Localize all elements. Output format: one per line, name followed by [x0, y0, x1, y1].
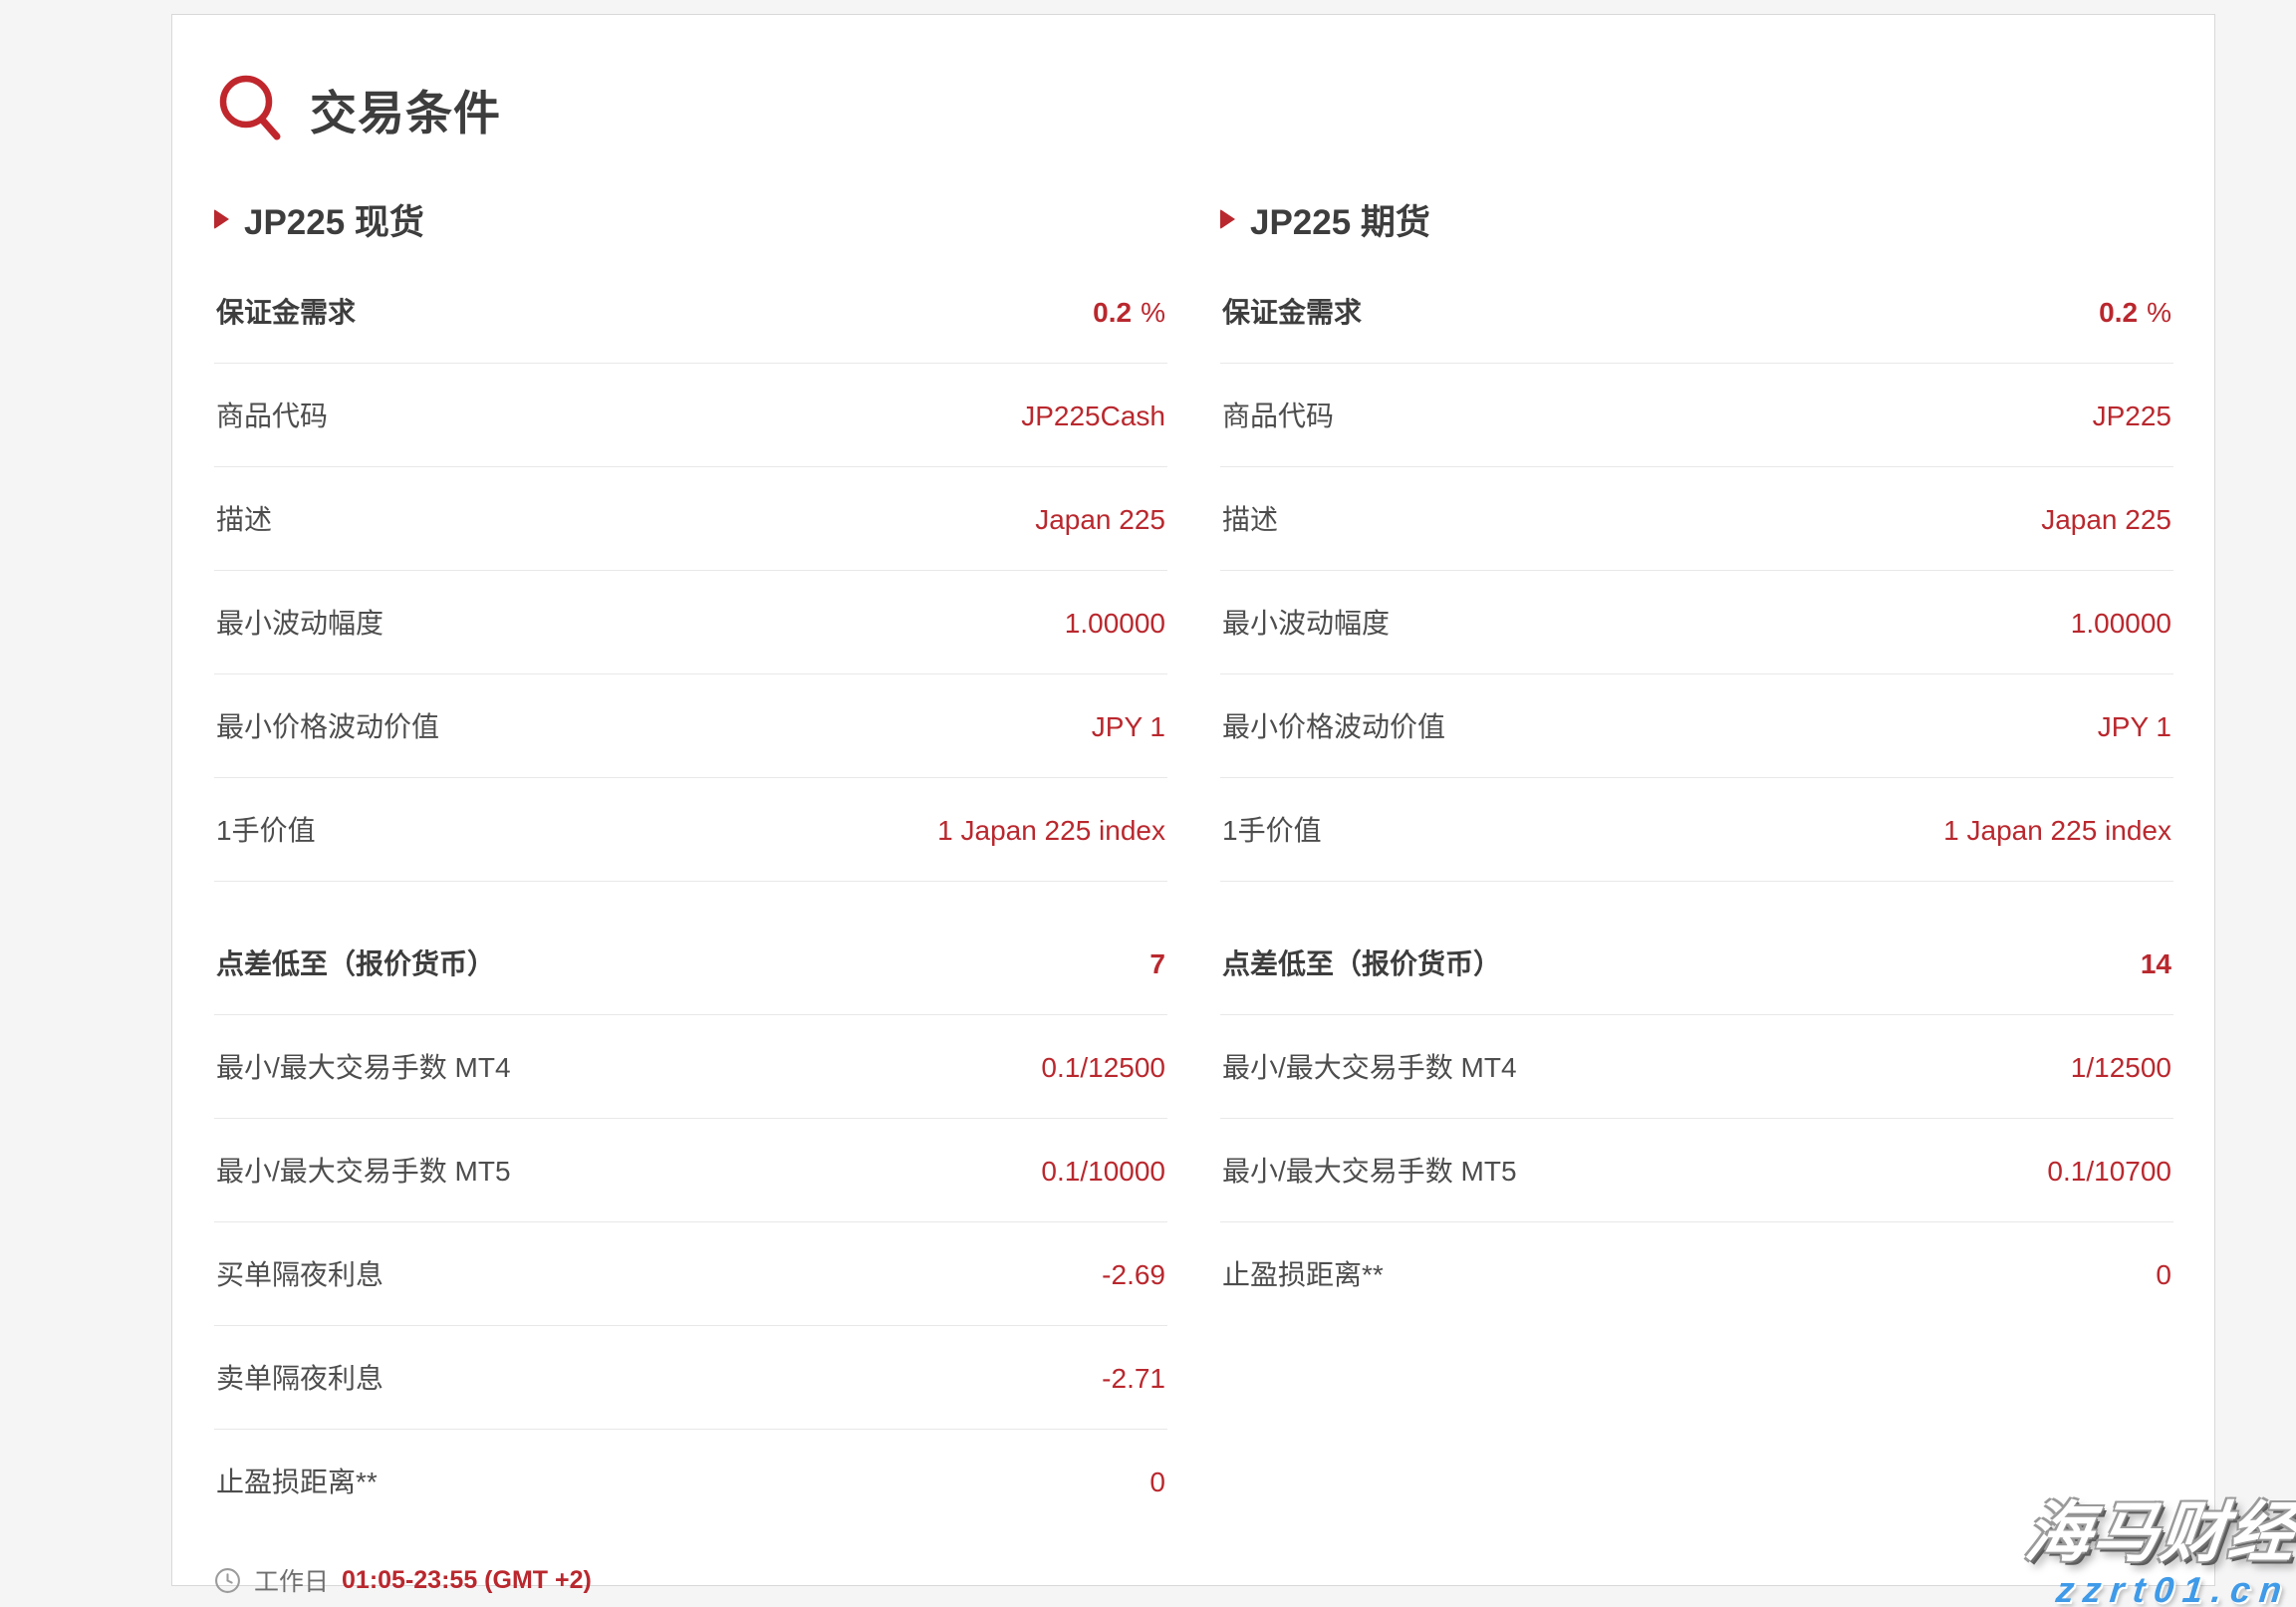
- section-header: JP225 现货: [214, 198, 1167, 242]
- clock-icon: [214, 1567, 241, 1594]
- table-row: 保证金需求 0.2%: [1220, 260, 2173, 364]
- table-row: 描述 Japan 225: [214, 467, 1167, 571]
- row-label: 描述: [216, 504, 273, 535]
- conditions-table: 保证金需求 0.2% 商品代码 JP225Cash 描述 Japan 225 最小波动幅度 1…: [214, 260, 1167, 882]
- table-row: 最小波动幅度 1.00000: [1220, 571, 2173, 674]
- instrument-column-spot: JP225 现货保证金需求 0.2% 商品代码 JP225Cash 描述 Japan 22…: [214, 198, 1167, 1532]
- section-header: JP225 期货: [1220, 198, 2173, 242]
- table-row: 最小/最大交易手数 MT5 0.1/10700: [1220, 1119, 2173, 1222]
- row-value: 0.1/10000: [1041, 1156, 1165, 1187]
- row-value: 1 Japan 225 index: [1943, 815, 2171, 846]
- row-label: 1手价值: [216, 815, 316, 846]
- row-label: 最小价格波动价值: [216, 711, 440, 742]
- triangle-marker-icon: [1220, 209, 1235, 229]
- row-value: 7: [1149, 948, 1165, 979]
- table-row: 描述 Japan 225: [1220, 467, 2173, 571]
- row-value: JP225Cash: [1021, 401, 1165, 431]
- row-value: -2.71: [1102, 1363, 1165, 1394]
- row-value: JP225: [2092, 401, 2171, 431]
- weekday-hours-line: 工作日 01:05-23:55 (GMT +2): [214, 1562, 2173, 1598]
- row-label: 卖单隔夜利息: [216, 1363, 384, 1394]
- row-value: 1 Japan 225 index: [937, 815, 1165, 846]
- row-label: 买单隔夜利息: [216, 1259, 384, 1290]
- instrument-columns: JP225 现货保证金需求 0.2% 商品代码 JP225Cash 描述 Japan 22…: [214, 198, 2173, 1532]
- table-row: 买单隔夜利息 -2.69: [214, 1222, 1167, 1326]
- table-row: 1手价值 1 Japan 225 index: [1220, 778, 2173, 882]
- triangle-marker-icon: [214, 209, 229, 229]
- row-value: -2.69: [1102, 1259, 1165, 1290]
- page-title: 交易条件: [310, 86, 501, 139]
- row-value: 0: [2156, 1259, 2171, 1290]
- page-title-row: 交易条件: [216, 73, 2173, 144]
- row-value: 0.2%: [1093, 297, 1165, 328]
- row-label: 最小价格波动价值: [1222, 711, 1446, 742]
- trading-conditions-card: 交易条件 JP225 现货保证金需求 0.2% 商品代码 JP225Cash 描述 Jap…: [171, 14, 2215, 1596]
- row-value: 1.00000: [2070, 608, 2171, 639]
- row-label: 描述: [1222, 504, 1279, 535]
- table-row: 点差低至（报价货币） 7: [214, 912, 1167, 1015]
- row-label: 最小波动幅度: [216, 608, 384, 639]
- row-value: Japan 225: [2041, 504, 2171, 535]
- instrument-column-futures: JP225 期货保证金需求 0.2% 商品代码 JP225 描述 Japan 225 最小波…: [1220, 198, 2173, 1532]
- table-row: 最小/最大交易手数 MT4 1/12500: [1220, 1015, 2173, 1119]
- section-header-label: JP225 期货: [1250, 202, 1430, 242]
- table-row: 最小/最大交易手数 MT4 0.1/12500: [214, 1015, 1167, 1119]
- row-value: 1.00000: [1064, 608, 1165, 639]
- search-icon: [216, 73, 282, 144]
- conditions-table: 点差低至（报价货币） 14 最小/最大交易手数 MT4 1/12500 最小/最大交易手…: [1220, 912, 2173, 1325]
- table-row: 商品代码 JP225: [1220, 364, 2173, 467]
- row-value: 0.1/12500: [1041, 1052, 1165, 1083]
- table-row: 最小/最大交易手数 MT5 0.1/10000: [214, 1119, 1167, 1222]
- table-row: 止盈损距离** 0: [1220, 1222, 2173, 1325]
- row-label: 最小波动幅度: [1222, 608, 1391, 639]
- row-label: 商品代码: [1222, 401, 1335, 431]
- row-label: 1手价值: [1222, 815, 1322, 846]
- row-value: 0: [1149, 1467, 1165, 1497]
- trading-hours-block: 工作日 01:05-23:55 (GMT +2) 周一开市 01:05 (GMT…: [214, 1562, 2173, 1607]
- page-background: 交易条件 JP225 现货保证金需求 0.2% 商品代码 JP225Cash 描述 Jap…: [0, 0, 2296, 1607]
- row-label: 商品代码: [216, 401, 329, 431]
- table-row: 最小波动幅度 1.00000: [214, 571, 1167, 674]
- row-value-suffix: %: [1141, 297, 1165, 328]
- row-value-suffix: %: [2147, 297, 2171, 328]
- conditions-table: 点差低至（报价货币） 7 最小/最大交易手数 MT4 0.1/12500 最小/最大交易…: [214, 912, 1167, 1532]
- row-label: 最小/最大交易手数 MT4: [216, 1052, 511, 1083]
- row-value: JPY 1: [2097, 711, 2171, 742]
- table-row: 卖单隔夜利息 -2.71: [214, 1326, 1167, 1430]
- row-label: 点差低至（报价货币）: [216, 948, 496, 979]
- table-row: 点差低至（报价货币） 14: [1220, 912, 2173, 1015]
- table-row: 最小价格波动价值 JPY 1: [214, 674, 1167, 778]
- section-header-label: JP225 现货: [244, 202, 424, 242]
- row-label: 保证金需求: [216, 297, 357, 328]
- row-label: 最小/最大交易手数 MT5: [216, 1156, 511, 1187]
- row-label: 点差低至（报价货币）: [1222, 948, 1502, 979]
- row-label: 止盈损距离**: [1222, 1259, 1384, 1290]
- table-row: 最小价格波动价值 JPY 1: [1220, 674, 2173, 778]
- weekday-time: 01:05-23:55 (GMT +2): [342, 1565, 592, 1594]
- table-row: 保证金需求 0.2%: [214, 260, 1167, 364]
- row-label: 保证金需求: [1222, 297, 1363, 328]
- table-row: 止盈损距离** 0: [214, 1430, 1167, 1532]
- row-value: 0.1/10700: [2047, 1156, 2171, 1187]
- row-label: 最小/最大交易手数 MT5: [1222, 1156, 1517, 1187]
- row-value: Japan 225: [1035, 504, 1165, 535]
- row-value: JPY 1: [1091, 711, 1165, 742]
- row-value: 1/12500: [2070, 1052, 2171, 1083]
- table-row: 1手价值 1 Japan 225 index: [214, 778, 1167, 882]
- row-label: 止盈损距离**: [216, 1467, 378, 1497]
- row-label: 最小/最大交易手数 MT4: [1222, 1052, 1517, 1083]
- row-value: 0.2%: [2099, 297, 2171, 328]
- weekday-label: 工作日: [254, 1568, 330, 1596]
- conditions-table: 保证金需求 0.2% 商品代码 JP225 描述 Japan 225 最小波动幅度 1.000…: [1220, 260, 2173, 882]
- row-value: 14: [2140, 948, 2171, 979]
- table-row: 商品代码 JP225Cash: [214, 364, 1167, 467]
